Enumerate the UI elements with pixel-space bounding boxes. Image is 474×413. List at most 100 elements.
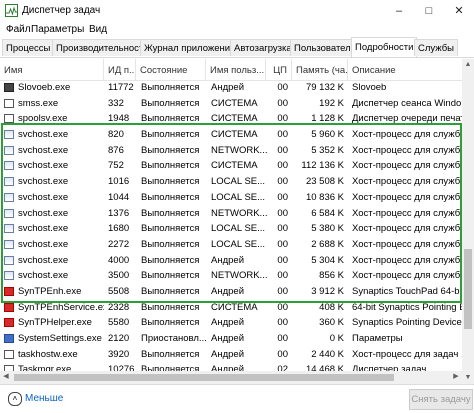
cell-pid: 11772 <box>108 82 134 93</box>
cell-user: Андрей <box>211 254 244 266</box>
cell-user: LOCAL SE... <box>211 238 266 250</box>
cell-user: Андрей <box>211 333 244 344</box>
tab-users[interactable]: Пользователи <box>290 39 361 56</box>
menu-file[interactable]: Файл <box>6 24 31 35</box>
table-row[interactable]: svchost.exe 1016 Выполняется LOCAL SE... 00 2… <box>0 174 462 190</box>
fewer-details-button[interactable]: ˄ Меньше <box>8 392 63 406</box>
tab-services[interactable]: Службы <box>414 39 458 56</box>
cell-user: NETWORK... <box>211 207 267 219</box>
cell-desc: Хост-процесс для служб ... <box>352 191 462 203</box>
cell-name: svchost.exe <box>18 144 69 156</box>
cell-mem: 1 128 K <box>311 113 344 125</box>
column-status[interactable]: Состояние <box>136 59 206 80</box>
cell-pid: 5508 <box>108 285 130 297</box>
table-row[interactable]: SystemSettings.exe 2120 Приостановл... Андр… <box>0 331 462 347</box>
tab-processes[interactable]: Процессы <box>2 39 55 56</box>
scroll-left-icon[interactable]: ◀ <box>0 371 12 383</box>
column-pid[interactable]: ИД п... <box>104 59 136 80</box>
cell-pid: 1948 <box>108 113 130 125</box>
column-memory[interactable]: Память (ча... <box>292 59 348 80</box>
cell-name: SynTPHelper.exe <box>18 317 92 329</box>
cell-mem: 408 K <box>319 301 344 313</box>
table-row[interactable]: svchost.exe 820 Выполняется СИСТЕМА 00 5 960 … <box>0 127 462 143</box>
cell-pid: 332 <box>108 97 124 109</box>
scroll-down-icon[interactable]: ▼ <box>462 372 474 384</box>
task-manager-icon <box>5 4 18 17</box>
cell-desc: Slovoeb <box>352 82 387 93</box>
cell-mem: 10 836 K <box>305 191 344 203</box>
cell-desc: Хост-процесс для служб ... <box>352 129 462 141</box>
process-icon <box>4 349 14 359</box>
horizontal-scrollbar[interactable]: ◀ ▶ <box>0 371 462 384</box>
table-row[interactable]: svchost.exe 2272 Выполняется LOCAL SE... 00 2… <box>0 237 462 253</box>
tab-startup[interactable]: Автозагрузка <box>230 39 296 56</box>
scroll-up-icon[interactable]: ▲ <box>462 59 474 71</box>
column-header: Имя ИД п... Состояние Имя польз... ЦП Па… <box>0 59 462 81</box>
cell-mem: 79 132 K <box>305 82 344 93</box>
table-row[interactable]: svchost.exe 1680 Выполняется LOCAL SE... 00 5… <box>0 221 462 237</box>
process-icon <box>4 224 14 234</box>
process-icon <box>4 130 14 140</box>
tab-app-history[interactable]: Журнал приложений <box>140 39 240 56</box>
cell-user: Андрей <box>211 285 244 297</box>
cell-name: taskhostw.exe <box>18 348 78 360</box>
cell-user: СИСТЕМА <box>211 113 258 125</box>
process-icon <box>4 271 14 281</box>
cell-mem: 112 136 K <box>301 160 344 172</box>
cell-cpu: 00 <box>277 113 288 125</box>
cell-cpu: 00 <box>277 333 288 344</box>
tab-details[interactable]: Подробности <box>351 37 418 57</box>
cell-mem: 5 380 K <box>311 223 344 235</box>
column-user[interactable]: Имя польз... <box>206 59 266 80</box>
minimize-button[interactable]: – <box>384 0 414 22</box>
cell-user: Андрей <box>211 317 244 329</box>
table-row[interactable]: SynTPEnh.exe 5508 Выполняется Андрей 00 3 912… <box>0 284 462 300</box>
table-row[interactable]: svchost.exe 4000 Выполняется Андрей 00 5 304 … <box>0 253 462 269</box>
cell-name: SystemSettings.exe <box>18 333 102 344</box>
column-cpu[interactable]: ЦП <box>266 59 292 80</box>
cell-mem: 23 508 K <box>305 176 344 188</box>
cell-desc: Хост-процесс для служб ... <box>352 207 462 219</box>
cell-desc: Хост-процесс для служб ... <box>352 254 462 266</box>
close-button[interactable]: ✕ <box>444 0 474 22</box>
table-row[interactable]: taskhostw.exe 3920 Выполняется Андрей 00 2 44… <box>0 347 462 363</box>
process-icon <box>4 239 14 249</box>
cell-user: NETWORK... <box>211 144 267 156</box>
cell-desc: 64-bit Synaptics Pointing E... <box>352 301 462 313</box>
table-row[interactable]: svchost.exe 752 Выполняется СИСТЕМА 00 112 13… <box>0 158 462 174</box>
table-row[interactable]: svchost.exe 1044 Выполняется LOCAL SE... 00 1… <box>0 190 462 206</box>
table-row[interactable]: smss.exe 332 Выполняется СИСТЕМА 00 192 K Дисп… <box>0 96 462 112</box>
table-row[interactable]: SynTPEnhService.exe 2328 Выполняется СИСТЕМ… <box>0 300 462 316</box>
title-bar: Диспетчер задач – □ ✕ <box>0 0 474 22</box>
table-row[interactable]: Slovoeb.exe 11772 Выполняется Андрей 00 79 13… <box>0 80 462 96</box>
scroll-right-icon[interactable]: ▶ <box>450 371 462 383</box>
menu-options[interactable]: Параметры <box>31 24 84 35</box>
cell-status: Выполняется <box>141 348 200 360</box>
table-row[interactable]: svchost.exe 876 Выполняется NETWORK... 00 5 3… <box>0 143 462 159</box>
maximize-button[interactable]: □ <box>414 0 444 22</box>
cell-desc: Хост-процесс для служб ... <box>352 238 462 250</box>
process-icon <box>4 83 14 92</box>
tab-performance[interactable]: Производительность <box>52 39 153 56</box>
end-task-button[interactable]: Снять задачу <box>409 389 473 410</box>
cell-desc: Хост-процесс для служб ... <box>352 160 462 172</box>
cell-name: SynTPEnh.exe <box>18 285 82 297</box>
cell-user: СИСТЕМА <box>211 160 258 172</box>
cell-name: Slovoeb.exe <box>18 82 71 93</box>
vertical-scrollbar[interactable]: ▲ ▼ <box>462 59 474 384</box>
table-row[interactable]: svchost.exe 3500 Выполняется NETWORK... 00 85… <box>0 268 462 284</box>
table-row[interactable]: svchost.exe 1376 Выполняется NETWORK... 00 6 … <box>0 206 462 222</box>
vertical-scroll-thumb[interactable] <box>464 249 472 329</box>
cell-status: Выполняется <box>141 223 200 235</box>
table-row[interactable]: SynTPHelper.exe 5580 Выполняется Андрей 00 36… <box>0 315 462 331</box>
horizontal-scroll-thumb[interactable] <box>14 374 394 381</box>
cell-pid: 2120 <box>108 333 130 344</box>
cell-pid: 1680 <box>108 223 130 235</box>
column-description[interactable]: Описание <box>348 59 462 80</box>
menu-view[interactable]: Вид <box>89 24 107 35</box>
table-row[interactable]: spoolsv.exe 1948 Выполняется СИСТЕМА 00 1 128… <box>0 111 462 127</box>
process-list: Slovoeb.exe 11772 Выполняется Андрей 00 79 13… <box>0 80 462 378</box>
cell-desc: Хост-процесс для служб ... <box>352 144 462 156</box>
column-name[interactable]: Имя <box>0 59 104 80</box>
cell-pid: 1044 <box>108 191 130 203</box>
